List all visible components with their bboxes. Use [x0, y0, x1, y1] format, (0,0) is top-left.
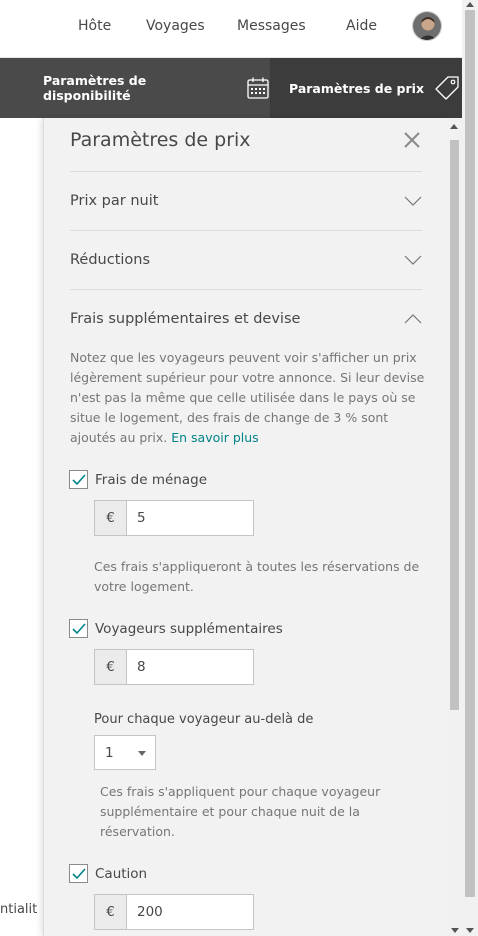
scroll-down-icon[interactable] [466, 928, 474, 933]
checkmark-icon [71, 622, 86, 634]
extra-fees-description: Notez que les voyageurs peuvent voir s'a… [70, 348, 426, 448]
currency-symbol: € [95, 895, 127, 929]
price-settings-button[interactable]: Paramètres de prix [270, 58, 462, 118]
section-extra-fees[interactable]: Frais supplémentaires et devise [70, 290, 422, 348]
extra-guests-checkbox[interactable] [69, 619, 88, 638]
availability-settings-button[interactable]: Paramètres de disponibilité [28, 58, 270, 118]
settings-bar: Paramètres de disponibilité Paramètres d… [0, 58, 462, 118]
section-nightly-price[interactable]: Prix par nuit [70, 172, 422, 230]
extra-guests-note: Ces frais s'appliquent pour chaque voyag… [100, 784, 381, 839]
extra-guests-checkbox-row[interactable]: Voyageurs supplémentaires [69, 619, 283, 638]
deposit-value[interactable]: 200 [127, 895, 253, 929]
chevron-down-icon [404, 196, 422, 206]
deposit-label: Caution [95, 865, 148, 882]
nav-help-link[interactable]: Aide [346, 18, 377, 34]
price-settings-label: Paramètres de prix [289, 80, 425, 96]
chevron-down-icon [404, 255, 422, 265]
deposit-checkbox[interactable] [69, 864, 88, 883]
guest-threshold-select[interactable]: 1 [94, 735, 156, 770]
avatar-image [413, 12, 441, 40]
window-scrollbar[interactable] [462, 0, 478, 936]
cleaning-fee-checkbox[interactable] [69, 470, 88, 489]
extra-guests-fee-value[interactable]: 8 [127, 650, 253, 684]
scroll-up-icon[interactable] [466, 2, 474, 7]
checkmark-icon [71, 867, 86, 879]
cleaning-fee-note: Ces frais s'appliqueront à toutes les ré… [94, 559, 420, 594]
calendar-icon [246, 76, 270, 100]
window-scrollbar-thumb[interactable] [465, 10, 475, 897]
price-settings-panel: Paramètres de prix Prix par nuit Réducti… [43, 118, 447, 936]
scroll-up-icon[interactable] [450, 124, 458, 129]
chevron-up-icon [404, 314, 422, 324]
cleaning-fee-input[interactable]: € 5 [94, 500, 254, 536]
top-nav: Hôte Voyages Messages Aide [0, 0, 462, 58]
learn-more-link[interactable]: En savoir plus [171, 430, 258, 445]
close-button[interactable] [402, 130, 422, 150]
close-icon [404, 132, 420, 148]
panel-scrollbar[interactable] [447, 118, 462, 936]
deposit-input[interactable]: € 200 [94, 894, 254, 930]
checkmark-icon [71, 473, 86, 485]
section-label: Frais supplémentaires et devise [70, 311, 301, 327]
currency-symbol: € [95, 501, 127, 535]
panel-scrollbar-thumb[interactable] [450, 140, 459, 710]
extra-guests-fee-input[interactable]: € 8 [94, 649, 254, 685]
price-tag-icon [434, 75, 460, 101]
section-discounts[interactable]: Réductions [70, 231, 422, 289]
nav-messages-link[interactable]: Messages [237, 18, 306, 34]
section-label: Réductions [70, 252, 151, 268]
cleaning-fee-label: Frais de ménage [95, 471, 208, 488]
nav-host-link[interactable]: Hôte [78, 18, 111, 34]
page-background [0, 118, 44, 936]
extra-guests-label: Voyageurs supplémentaires [95, 620, 283, 637]
currency-symbol: € [95, 650, 127, 684]
per-guest-label: Pour chaque voyageur au-delà de [94, 712, 314, 727]
panel-title: Paramètres de prix [70, 129, 251, 151]
cleaning-fee-checkbox-row[interactable]: Frais de ménage [69, 470, 207, 489]
caret-down-icon [138, 751, 146, 756]
availability-settings-label: Paramètres de disponibilité [43, 73, 147, 103]
guest-threshold-value: 1 [105, 744, 114, 761]
section-label: Prix par nuit [70, 193, 159, 209]
scroll-down-icon[interactable] [451, 928, 459, 933]
background-partial-text: ntialit [0, 902, 38, 917]
nav-trips-link[interactable]: Voyages [146, 18, 205, 34]
user-avatar[interactable] [412, 11, 442, 41]
cleaning-fee-value[interactable]: 5 [127, 501, 253, 535]
deposit-checkbox-row[interactable]: Caution [69, 864, 147, 883]
